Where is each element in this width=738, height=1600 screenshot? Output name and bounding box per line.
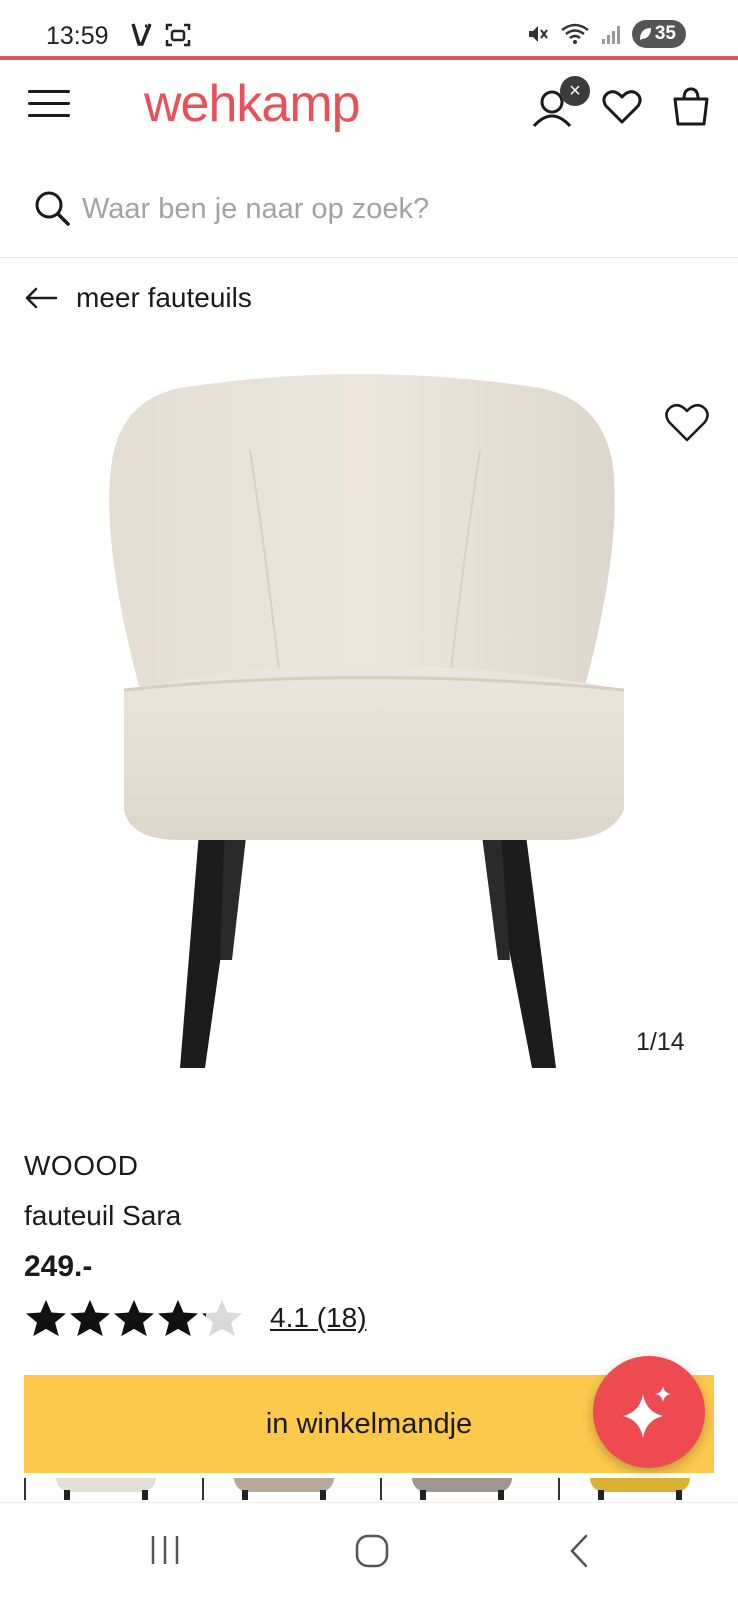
variant-thumbnail[interactable] (558, 1478, 716, 1500)
star-partial-icon (202, 1299, 242, 1337)
wehkamp-logo[interactable]: wehkamp (144, 74, 361, 134)
product-page: 13:59 35 wehkamp × Waar ben je naar op z… (0, 0, 738, 1600)
product-price: 249.- (24, 1250, 93, 1283)
system-nav-bar (0, 1502, 738, 1600)
product-brand[interactable]: WOOOD (24, 1150, 139, 1182)
assistant-fab[interactable] (593, 1356, 705, 1468)
mute-icon (528, 26, 548, 42)
shopping-bag-icon[interactable] (668, 84, 714, 130)
search-icon (35, 191, 70, 226)
variant-thumbnail[interactable] (202, 1478, 360, 1500)
star-icon (70, 1299, 110, 1337)
image-counter: 1/14 (636, 1028, 685, 1056)
battery-level: 35 (654, 23, 676, 44)
status-time: 13:59 (46, 22, 109, 50)
v-app-icon (131, 23, 152, 46)
back-icon[interactable] (566, 1533, 592, 1569)
signal-icon (601, 26, 620, 44)
star-icon (26, 1299, 66, 1337)
search-bar (0, 172, 738, 258)
screenshot-icon (165, 23, 191, 47)
status-bar: 13:59 35 (0, 0, 738, 58)
back-link-label: meer fauteuils (76, 282, 252, 313)
star-icon (158, 1299, 198, 1337)
arrow-left-icon (25, 287, 58, 309)
battery-badge: 35 (631, 20, 686, 48)
product-name: fauteuil Sara (24, 1200, 182, 1231)
status-left-icons (130, 22, 192, 48)
home-icon[interactable] (354, 1533, 390, 1569)
back-link[interactable]: meer fauteuils (24, 278, 252, 318)
rating-value: 4.1 (270, 1302, 309, 1333)
product-image-gallery[interactable] (0, 340, 738, 1080)
variant-thumbnail[interactable] (380, 1478, 538, 1500)
menu-icon[interactable] (28, 90, 70, 120)
variant-thumbnail[interactable] (24, 1478, 182, 1500)
sparkle-icon (623, 1386, 671, 1438)
wifi-icon (561, 23, 589, 44)
leaf-icon (639, 28, 651, 40)
favorite-heart-icon[interactable] (662, 400, 712, 444)
rating-link[interactable]: 4.1 (18) (270, 1302, 367, 1334)
color-variant-thumbnails (24, 1478, 738, 1500)
recent-apps-icon[interactable] (148, 1533, 182, 1567)
rating-count: (18) (316, 1302, 367, 1333)
product-image (109, 374, 625, 1068)
status-right-icons: 35 (526, 20, 686, 48)
product-rating: 4.1 (18) (24, 1298, 367, 1338)
search-input[interactable] (82, 186, 682, 232)
account-close-badge[interactable]: × (560, 76, 590, 106)
rating-stars (24, 1298, 244, 1338)
star-icon (114, 1299, 154, 1337)
heart-icon[interactable] (599, 84, 645, 130)
site-header: wehkamp × (0, 60, 738, 160)
